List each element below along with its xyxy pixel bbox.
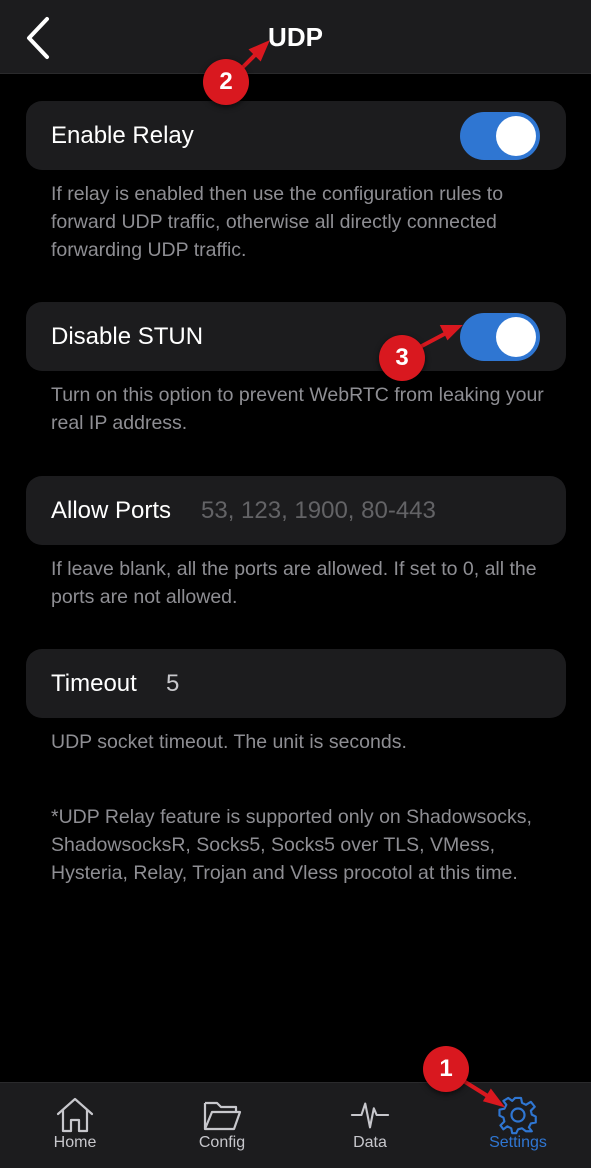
tab-bar: Home Config Data Settings bbox=[0, 1082, 591, 1168]
allow-ports-row: Allow Ports bbox=[26, 476, 566, 545]
tab-home[interactable]: Home bbox=[10, 1083, 140, 1168]
tab-config-label: Config bbox=[198, 1134, 246, 1151]
tab-data-label: Data bbox=[353, 1134, 387, 1151]
home-icon bbox=[55, 1095, 95, 1135]
allow-ports-label: Allow Ports bbox=[51, 497, 172, 524]
tab-config[interactable]: Config bbox=[157, 1083, 287, 1168]
page-title: UDP bbox=[268, 22, 323, 52]
annotation-badge-2: 2 bbox=[203, 59, 249, 105]
timeout-row: Timeout bbox=[26, 649, 566, 718]
toggle-knob bbox=[496, 116, 536, 156]
disable-stun-row: Disable STUN bbox=[26, 302, 566, 371]
udp-relay-footnote: *UDP Relay feature is supported only on … bbox=[51, 806, 532, 884]
disable-stun-label: Disable STUN bbox=[51, 323, 204, 350]
enable-relay-description: If relay is enabled then use the configu… bbox=[51, 183, 504, 261]
folder-icon bbox=[202, 1095, 242, 1135]
annotation-badge-1: 1 bbox=[423, 1046, 469, 1092]
gear-icon bbox=[498, 1095, 538, 1135]
timeout-input[interactable] bbox=[166, 649, 536, 718]
allow-ports-description: If leave blank, all the ports are allowe… bbox=[51, 558, 537, 608]
toggle-knob bbox=[496, 317, 536, 357]
tab-home-label: Home bbox=[53, 1134, 97, 1151]
tab-data[interactable]: Data bbox=[305, 1083, 435, 1168]
timeout-label: Timeout bbox=[51, 670, 137, 697]
pulse-icon bbox=[350, 1095, 390, 1135]
enable-relay-row: Enable Relay bbox=[26, 101, 566, 170]
disable-stun-description: Turn on this option to prevent WebRTC fr… bbox=[51, 384, 544, 434]
disable-stun-toggle[interactable] bbox=[460, 313, 540, 361]
navigation-bar: UDP bbox=[0, 0, 591, 74]
timeout-description: UDP socket timeout. The unit is seconds. bbox=[51, 731, 407, 753]
enable-relay-label: Enable Relay bbox=[51, 122, 194, 149]
tab-settings-label: Settings bbox=[489, 1134, 547, 1151]
tab-settings[interactable]: Settings bbox=[453, 1083, 583, 1168]
allow-ports-input[interactable] bbox=[201, 476, 541, 545]
annotation-badge-3: 3 bbox=[379, 335, 425, 381]
enable-relay-toggle[interactable] bbox=[460, 112, 540, 160]
